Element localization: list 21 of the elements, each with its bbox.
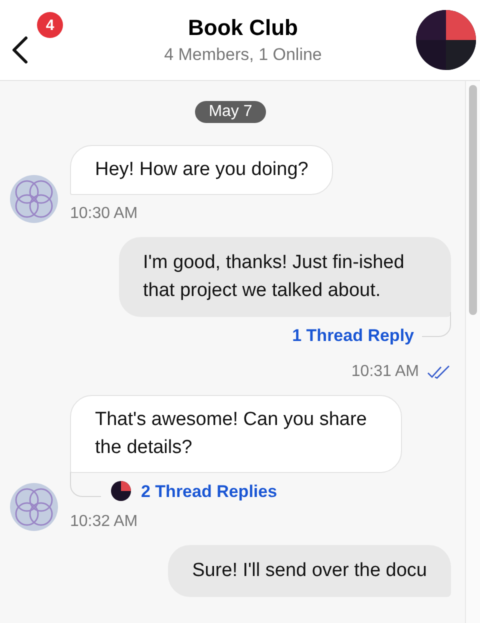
message-time: 10:32 AM [70,513,138,531]
date-separator: May 7 [194,101,266,123]
thread-replies-link[interactable]: 1 Thread Reply [292,325,414,347]
chevron-left-icon [10,35,30,65]
message-bubble: I'm good, thanks! Just fin-ished that project we talked about. [119,237,451,317]
message-bubble: Sure! I'll send over the docu [168,545,451,597]
chat-title: Book Club [188,15,298,41]
unread-badge: 4 [37,12,63,38]
message-time: 10:31 AM [351,363,419,381]
user-avatar [10,175,58,223]
message-bubble: That's awesome! Can you share the details? [70,395,402,473]
thread-connector-line [70,472,101,497]
group-avatar[interactable] [416,10,476,70]
thread-replies-link[interactable]: 2 Thread Replies [141,481,278,503]
scrollbar-thumb[interactable] [469,85,477,315]
reply-avatar [111,481,131,501]
thread-connector-line [422,312,451,337]
message-time: 10:30 AM [70,205,138,223]
member-count: 4 Members, 1 Online [164,45,322,65]
user-avatar [10,483,58,531]
message-bubble: Hey! How are you doing? [70,145,334,195]
